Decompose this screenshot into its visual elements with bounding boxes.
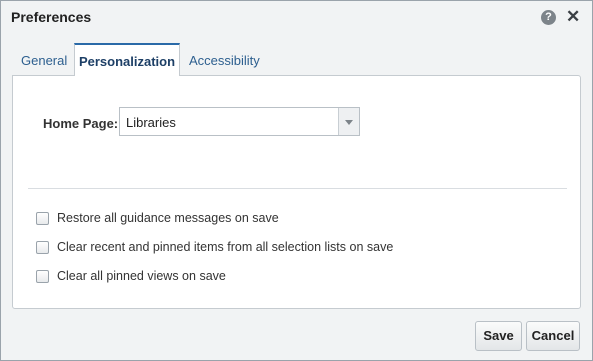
dialog-title: Preferences <box>11 9 92 25</box>
cancel-button[interactable]: Cancel <box>526 321 580 351</box>
home-page-select[interactable]: Libraries <box>119 107 360 136</box>
dropdown-button[interactable] <box>338 108 359 135</box>
personalization-panel: Home Page: Libraries Restore all guidanc… <box>12 75 581 309</box>
checkbox[interactable] <box>36 241 49 254</box>
dialog-titlebar: Preferences ? ✕ <box>1 1 592 33</box>
tab-accessibility[interactable]: Accessibility <box>189 43 260 75</box>
save-button[interactable]: Save <box>475 321 522 351</box>
option-label: Clear recent and pinned items from all s… <box>57 240 394 254</box>
tab-bar: General Personalization Accessibility <box>1 43 592 76</box>
tab-general[interactable]: General <box>21 43 67 75</box>
checkbox[interactable] <box>36 270 49 283</box>
option-label: Clear all pinned views on save <box>57 269 226 283</box>
option-label: Restore all guidance messages on save <box>57 211 279 225</box>
chevron-down-icon <box>345 120 353 125</box>
preferences-dialog: Preferences ? ✕ General Personalization … <box>0 0 593 361</box>
help-icon[interactable]: ? <box>541 10 556 25</box>
checkbox[interactable] <box>36 212 49 225</box>
divider <box>28 188 567 189</box>
tab-personalization[interactable]: Personalization <box>74 43 180 76</box>
home-page-label: Home Page: <box>43 116 119 131</box>
close-icon[interactable]: ✕ <box>566 7 580 27</box>
home-page-value: Libraries <box>126 115 176 130</box>
